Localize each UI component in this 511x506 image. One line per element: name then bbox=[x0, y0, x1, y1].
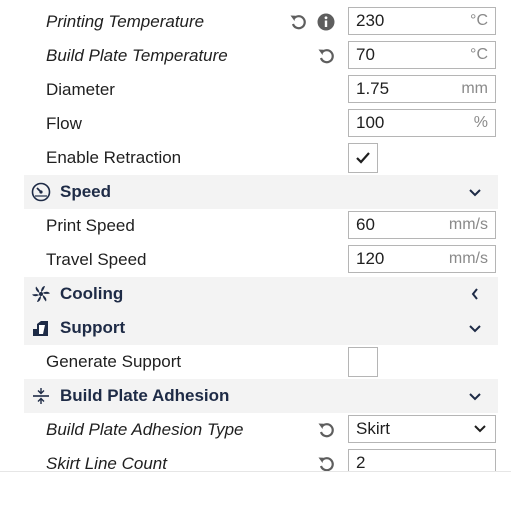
adhesion-type-select[interactable]: Skirt bbox=[348, 415, 496, 443]
field-value: 1.75 bbox=[356, 79, 390, 98]
field-value: 70 bbox=[356, 45, 375, 64]
setting-row-build-plate-temperature: Build Plate Temperature 70 °C bbox=[0, 39, 500, 73]
build-plate-temperature-input[interactable]: 70 °C bbox=[348, 41, 496, 69]
chevron-left-icon[interactable] bbox=[466, 277, 484, 311]
setting-label: Generate Support bbox=[46, 352, 182, 371]
generate-support-checkbox[interactable] bbox=[348, 347, 378, 377]
category-speed[interactable]: Speed bbox=[24, 175, 498, 209]
setting-label: Printing Temperature bbox=[46, 12, 205, 31]
category-title: Cooling bbox=[60, 284, 124, 303]
field-value: 100 bbox=[356, 113, 385, 132]
checkmark-icon bbox=[356, 152, 370, 164]
scrollbar-track[interactable] bbox=[503, 0, 511, 471]
setting-row-generate-support: Generate Support bbox=[0, 345, 500, 379]
print-speed-input[interactable]: 60 mm/s bbox=[348, 211, 496, 239]
field-unit: mm/s bbox=[448, 216, 488, 233]
setting-row-print-speed: Print Speed 60 mm/s bbox=[0, 209, 500, 243]
speedometer-icon bbox=[30, 175, 52, 209]
adhesion-icon bbox=[30, 379, 52, 413]
field-value: 60 bbox=[356, 215, 375, 234]
diameter-input[interactable]: 1.75 mm bbox=[348, 75, 496, 103]
field-value: 120 bbox=[356, 249, 385, 268]
chevron-down-icon[interactable] bbox=[466, 175, 484, 209]
category-cooling[interactable]: Cooling bbox=[24, 277, 498, 311]
setting-label: Build Plate Adhesion Type bbox=[46, 420, 244, 439]
chevron-down-icon[interactable] bbox=[466, 379, 484, 413]
field-unit: mm/s bbox=[448, 250, 488, 267]
reset-icon[interactable] bbox=[316, 447, 336, 471]
setting-row-printing-temperature: Printing Temperature 230 °C bbox=[0, 5, 500, 39]
fan-icon bbox=[30, 277, 52, 311]
setting-row-diameter: Diameter 1.75 mm bbox=[0, 73, 500, 107]
reset-icon[interactable] bbox=[316, 413, 336, 447]
support-icon bbox=[30, 311, 52, 345]
print-settings-panel: Printing Temperature 230 °C Build Plate … bbox=[0, 0, 511, 471]
category-title: Speed bbox=[60, 182, 112, 201]
setting-label: Enable Retraction bbox=[46, 148, 182, 167]
setting-label: Flow bbox=[46, 114, 82, 133]
travel-speed-input[interactable]: 120 mm/s bbox=[348, 245, 496, 273]
reset-icon[interactable] bbox=[316, 39, 336, 73]
chevron-down-icon bbox=[473, 416, 487, 442]
enable-retraction-checkbox[interactable] bbox=[348, 143, 378, 173]
category-build-plate-adhesion[interactable]: Build Plate Adhesion bbox=[24, 379, 498, 413]
setting-label: Build Plate Temperature bbox=[46, 46, 228, 65]
setting-row-enable-retraction: Enable Retraction bbox=[0, 141, 500, 175]
chevron-down-icon[interactable] bbox=[466, 311, 484, 345]
printing-temperature-input[interactable]: 230 °C bbox=[348, 7, 496, 35]
setting-row-travel-speed: Travel Speed 120 mm/s bbox=[0, 243, 500, 277]
field-unit: % bbox=[473, 114, 488, 131]
field-unit: °C bbox=[470, 46, 488, 63]
setting-label: Travel Speed bbox=[46, 250, 147, 269]
category-title: Build Plate Adhesion bbox=[60, 386, 230, 405]
setting-label: Diameter bbox=[46, 80, 115, 99]
reset-icon[interactable] bbox=[288, 5, 308, 39]
setting-row-skirt-line-count: Skirt Line Count 2 bbox=[0, 447, 500, 471]
field-unit: mm bbox=[461, 80, 488, 97]
setting-row-flow: Flow 100 % bbox=[0, 107, 500, 141]
skirt-line-count-input[interactable]: 2 bbox=[348, 449, 496, 471]
category-title: Support bbox=[60, 318, 126, 337]
setting-label: Skirt Line Count bbox=[46, 454, 167, 471]
setting-label: Print Speed bbox=[46, 216, 135, 235]
field-value: 2 bbox=[356, 453, 366, 471]
select-value: Skirt bbox=[356, 419, 390, 438]
setting-row-adhesion-type: Build Plate Adhesion Type Skirt bbox=[0, 413, 500, 447]
panel-footer bbox=[0, 471, 511, 506]
info-icon[interactable] bbox=[316, 5, 336, 39]
field-unit: °C bbox=[470, 12, 488, 29]
category-support[interactable]: Support bbox=[24, 311, 498, 345]
field-value: 230 bbox=[356, 11, 385, 30]
flow-input[interactable]: 100 % bbox=[348, 109, 496, 137]
